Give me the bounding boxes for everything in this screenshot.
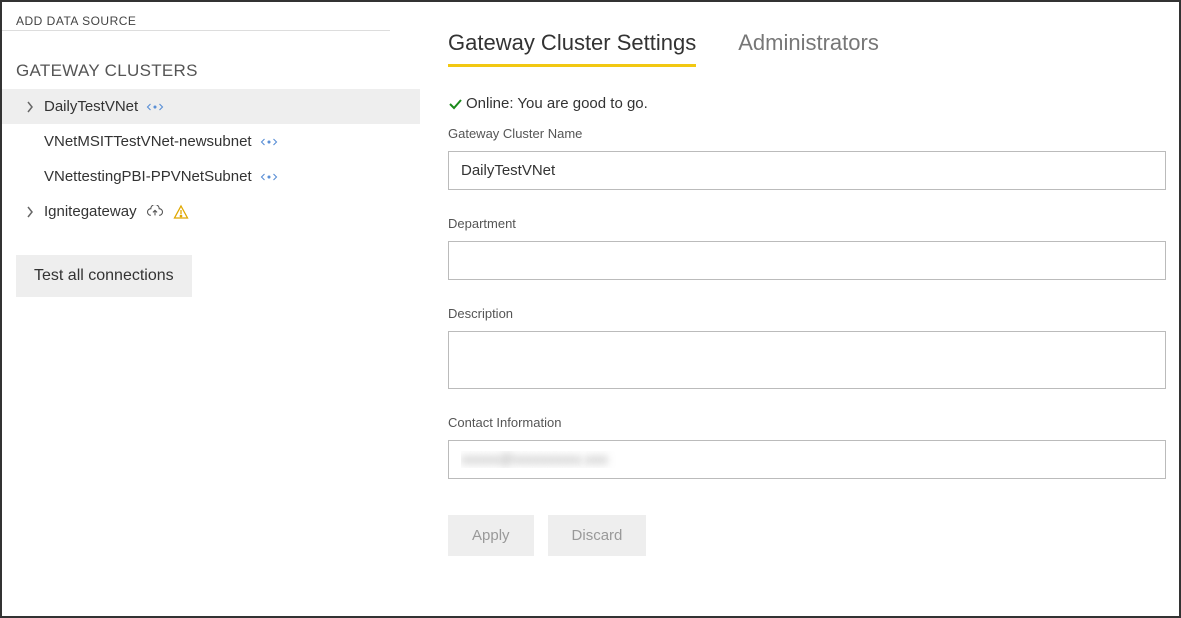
field-gateway-cluster-name: Gateway Cluster Name — [448, 126, 1167, 190]
apply-button[interactable]: Apply — [448, 515, 534, 556]
gateway-cluster-name-input[interactable] — [448, 151, 1166, 190]
gateway-item-vnetmsit[interactable]: VNetMSITTestVNet-newsubnet — [2, 124, 420, 159]
vnet-icon — [260, 171, 278, 183]
gateway-item-label: VNettestingPBI-PPVNetSubnet — [44, 168, 252, 185]
gateway-item-vnettestingpbi[interactable]: VNettestingPBI-PPVNetSubnet — [2, 159, 420, 194]
add-data-source-link[interactable]: ADD DATA SOURCE — [2, 12, 390, 31]
department-input[interactable] — [448, 241, 1166, 280]
chevron-right-icon — [24, 101, 36, 113]
button-row: Apply Discard — [448, 515, 1167, 556]
sidebar: ADD DATA SOURCE GATEWAY CLUSTERS DailyTe… — [2, 2, 420, 616]
field-label-description: Description — [448, 306, 1167, 321]
field-label-department: Department — [448, 216, 1167, 231]
gateway-list: DailyTestVNet VNetMSITTestVNet-newsubnet… — [2, 89, 420, 229]
gateway-item-ignitegateway[interactable]: Ignitegateway — [2, 194, 420, 229]
vnet-icon — [260, 136, 278, 148]
field-description: Description — [448, 306, 1167, 389]
test-all-connections-button[interactable]: Test all connections — [16, 255, 192, 297]
status-text: Online: You are good to go. — [466, 95, 648, 112]
gateway-clusters-header: GATEWAY CLUSTERS — [2, 55, 420, 89]
field-label-name: Gateway Cluster Name — [448, 126, 1167, 141]
tab-gateway-cluster-settings[interactable]: Gateway Cluster Settings — [448, 30, 696, 67]
status-row: Online: You are good to go. — [448, 95, 1167, 112]
tab-administrators[interactable]: Administrators — [738, 30, 879, 67]
field-label-contact: Contact Information — [448, 415, 1167, 430]
tabs: Gateway Cluster Settings Administrators — [448, 30, 1167, 67]
field-contact: Contact Information — [448, 415, 1167, 479]
warning-icon — [173, 204, 189, 220]
gateway-item-label: DailyTestVNet — [44, 98, 138, 115]
field-department: Department — [448, 216, 1167, 280]
main-panel: Gateway Cluster Settings Administrators … — [420, 2, 1179, 616]
contact-information-input[interactable] — [448, 440, 1166, 479]
cloud-upload-icon — [145, 205, 165, 219]
chevron-right-icon — [24, 206, 36, 218]
gateway-item-dailytestvnet[interactable]: DailyTestVNet — [2, 89, 420, 124]
gateway-item-label: Ignitegateway — [44, 203, 137, 220]
description-input[interactable] — [448, 331, 1166, 389]
gateway-item-label: VNetMSITTestVNet-newsubnet — [44, 133, 252, 150]
discard-button[interactable]: Discard — [548, 515, 647, 556]
vnet-icon — [146, 101, 164, 113]
check-icon — [448, 97, 462, 111]
